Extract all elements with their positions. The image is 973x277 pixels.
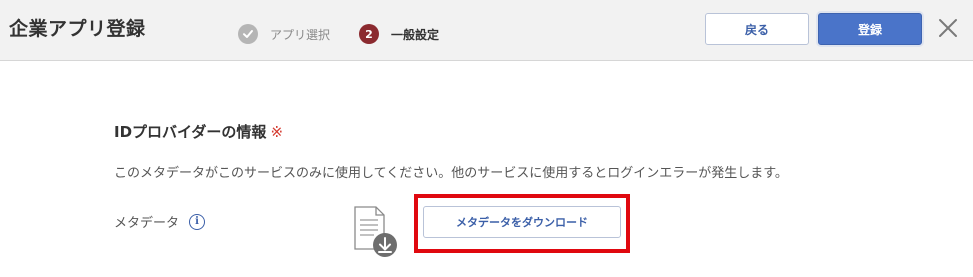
section-title-text: IDプロバイダーの情報 [114, 123, 267, 141]
step-number: 2 [359, 24, 379, 44]
metadata-notice: このメタデータがこのサービスのみに使用してください。他のサービスに使用するとログ… [114, 166, 788, 181]
metadata-field-label: メタデータ i [114, 212, 206, 231]
section-title: IDプロバイダーの情報 ※ [114, 121, 283, 142]
download-metadata-button[interactable]: メタデータをダウンロード [423, 206, 621, 238]
file-download-icon [352, 205, 402, 259]
page-title: 企業アプリ登録 [9, 18, 146, 40]
step-app-select: アプリ選択 [238, 24, 330, 44]
step-label: アプリ選択 [270, 27, 331, 42]
step-general-settings: 2 一般設定 [359, 24, 439, 44]
info-icon[interactable]: i [189, 213, 206, 230]
metadata-label: メタデータ [114, 216, 180, 231]
back-button[interactable]: 戻る [705, 13, 809, 45]
register-button[interactable]: 登録 [818, 13, 922, 45]
required-mark: ※ [270, 123, 284, 141]
step-label: 一般設定 [391, 27, 440, 42]
check-icon [238, 24, 258, 44]
close-icon[interactable] [936, 16, 960, 40]
header-bar: 企業アプリ登録 アプリ選択 2 一般設定 戻る 登録 [0, 0, 973, 61]
